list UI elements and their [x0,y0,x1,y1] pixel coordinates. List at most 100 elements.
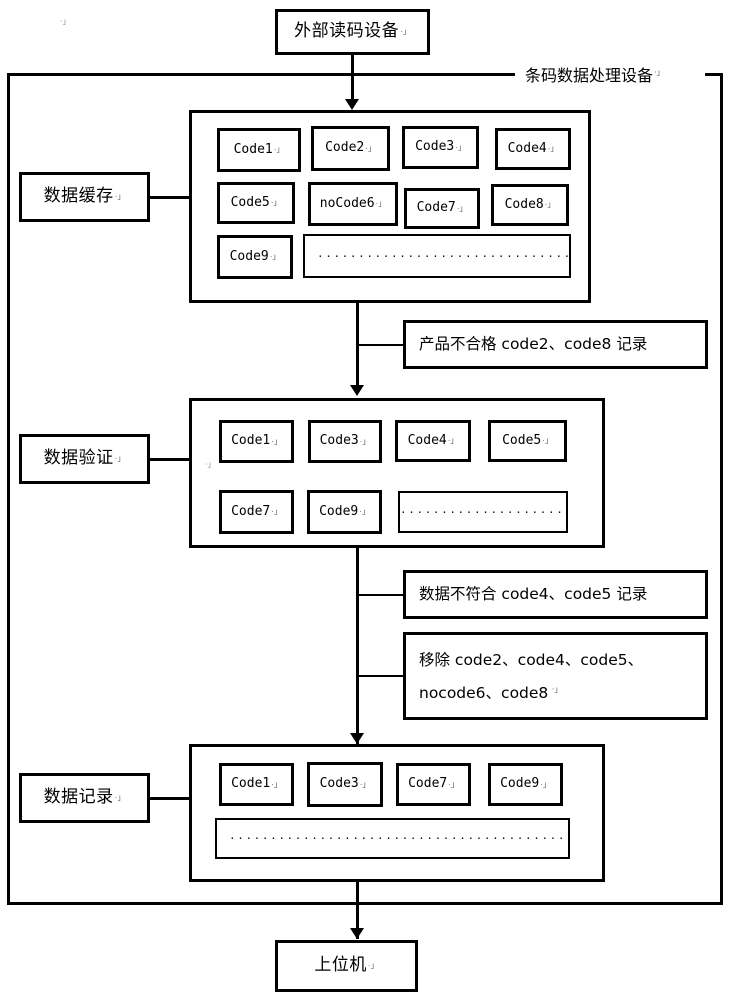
outer-frame-title-text: 条码数据处理设备 [525,66,654,85]
branch-remove-annotation [358,675,405,677]
code-box-record-4: Code9 ·」 [488,763,563,806]
stage-label-record-text: 数据记录 [43,787,114,808]
code-box-record-3: Code7 ·」 [396,763,471,806]
stage-label-record-marker: ·」 [114,793,126,802]
annotation-remove-box: 移除 code2、code4、code5、 nocode6、code8 ·」 [403,632,708,720]
code-box-marker: ·」 [544,200,556,209]
code-box-label: Code7 [416,200,456,216]
code-box-marker: ·」 [365,143,376,153]
external-reader-box: 外部读码设备 ·」 [275,9,430,55]
buffer-ellipsis-strip: ········································… [303,234,571,278]
connector-buffer-label [149,196,191,199]
annotation-reject-text: 产品不合格 code2、code8 记录 [419,334,648,353]
code-box-label: Code7 [408,776,448,792]
code-box-validate-1: Code1 ·」 [219,420,294,463]
code-box-label: noCode6 [319,195,375,211]
code-box-marker: ·」 [447,436,459,445]
code-box-buffer-3: Code3 ·」 [402,126,479,169]
connector-validate-label [149,458,191,461]
code-box-buffer-7: Code7 ·」 [404,188,480,229]
outer-frame-title-marker: ·」 [654,67,665,77]
code-box-record-2: Code3 ·」 [307,762,383,807]
outer-frame-bottom [7,902,723,905]
branch-mismatch-annotation [358,594,405,596]
code-box-label: Code4 [507,140,547,156]
record-ellipsis-strip: ········································… [215,818,570,859]
diagram-canvas: 外部读码设备 ·」 条码数据处理设备·」 数据缓存 ·」 Code1 ·」 Code2… [0,0,733,1000]
buffer-ellipsis-text: ········································… [317,249,569,263]
code-box-marker: ·」 [271,436,282,446]
code-box-label: Code9 [500,776,540,792]
code-box-label: Code1 [233,141,273,157]
annotation-remove-marker: ·」 [549,685,563,695]
code-box-marker: ·」 [448,779,459,789]
stage-label-buffer: 数据缓存 ·」 [19,172,150,222]
host-computer-box: 上位机 ·」 [275,940,418,992]
code-box-marker: ·」 [273,145,285,154]
validate-ellipsis-text: ······································ [400,505,566,519]
code-box-label: Code3 [319,433,359,449]
code-box-marker: ·」 [269,252,281,261]
annotation-remove-line1: 移除 code2、code4、code5、 [419,651,644,669]
code-box-buffer-9: Code9 ·」 [217,235,293,279]
record-ellipsis-text: ········································… [229,832,568,845]
arrow-buffer-to-validate-head [350,385,364,396]
code-box-label: Code1 [231,433,271,449]
arrow-external-to-buffer-head [345,99,359,110]
code-box-validate-4: Code5 ·」 [488,420,567,462]
external-reader-marker: ·」 [400,27,411,36]
code-box-buffer-8: Code8 ·」 [491,184,569,226]
code-box-label: Code3 [319,776,359,792]
arrow-validate-to-record-head [350,733,364,744]
connector-record-label [149,797,191,800]
code-box-buffer-6: noCode6 ·」 [308,182,398,226]
code-box-marker: ·」 [271,779,282,789]
code-box-buffer-2: Code2 ·」 [311,126,390,171]
code-box-record-1: Code1 ·」 [219,763,294,806]
code-box-label: Code5 [502,432,542,448]
annotation-remove-line2: nocode6、code8 ·」 [419,679,705,708]
outer-frame-left [7,73,10,905]
outer-frame-top-left [7,73,515,76]
code-box-validate-3: Code4 ·」 [395,420,471,462]
code-box-marker: ·」 [375,199,387,208]
code-box-marker: ·」 [359,507,370,516]
code-box-validate-6: Code9 ·」 [307,490,382,534]
code-box-label: Code9 [229,248,269,264]
branch-reject-annotation [358,344,405,346]
stage-label-buffer-marker: ·」 [114,192,126,201]
stage-label-validate: 数据验证 ·」 [19,434,150,484]
host-computer-marker: ·」 [367,961,379,970]
code-box-label: Code2 [325,140,365,156]
code-box-label: Code7 [231,503,271,519]
outer-frame-right [720,73,723,905]
code-box-buffer-5: Code5 ·」 [217,182,295,224]
validate-stray-mark: ·」 [205,460,216,469]
stage-label-validate-marker: ·」 [114,454,126,463]
code-box-label: Code8 [504,196,544,212]
outer-frame-title: 条码数据处理设备·」 [521,62,669,86]
code-box-buffer-1: Code1 ·」 [217,128,301,172]
code-box-buffer-4: Code4 ·」 [495,128,571,170]
code-box-label: Code5 [230,194,270,210]
code-box-marker: ·」 [456,203,468,213]
annotation-reject-box: 产品不合格 code2、code8 记录 [403,320,708,369]
code-box-marker: ·」 [271,507,282,516]
validate-ellipsis-strip: ······································ [398,491,568,533]
annotation-mismatch-text: 数据不符合 code4、code5 记录 [419,584,648,603]
stage-label-buffer-text: 数据缓存 [43,186,114,207]
code-box-validate-5: Code7 ·」 [219,490,294,534]
arrow-record-to-host-head [350,928,364,939]
code-box-marker: ·」 [455,142,466,152]
annotation-remove-line2-text: nocode6、code8 [419,684,549,703]
host-computer-label: 上位机 [314,955,367,976]
stage-label-validate-text: 数据验证 [43,448,114,469]
arrow-external-to-buffer-line [351,55,354,100]
stage-label-record: 数据记录 ·」 [19,773,150,823]
top-left-stray-mark: ·」 [60,17,71,26]
code-box-label: Code1 [231,776,271,792]
code-box-label: Code4 [407,432,447,448]
annotation-mismatch-box: 数据不符合 code4、code5 记录 [403,570,708,619]
code-box-marker: ·」 [359,779,371,789]
external-reader-label: 外部读码设备 [294,21,400,42]
